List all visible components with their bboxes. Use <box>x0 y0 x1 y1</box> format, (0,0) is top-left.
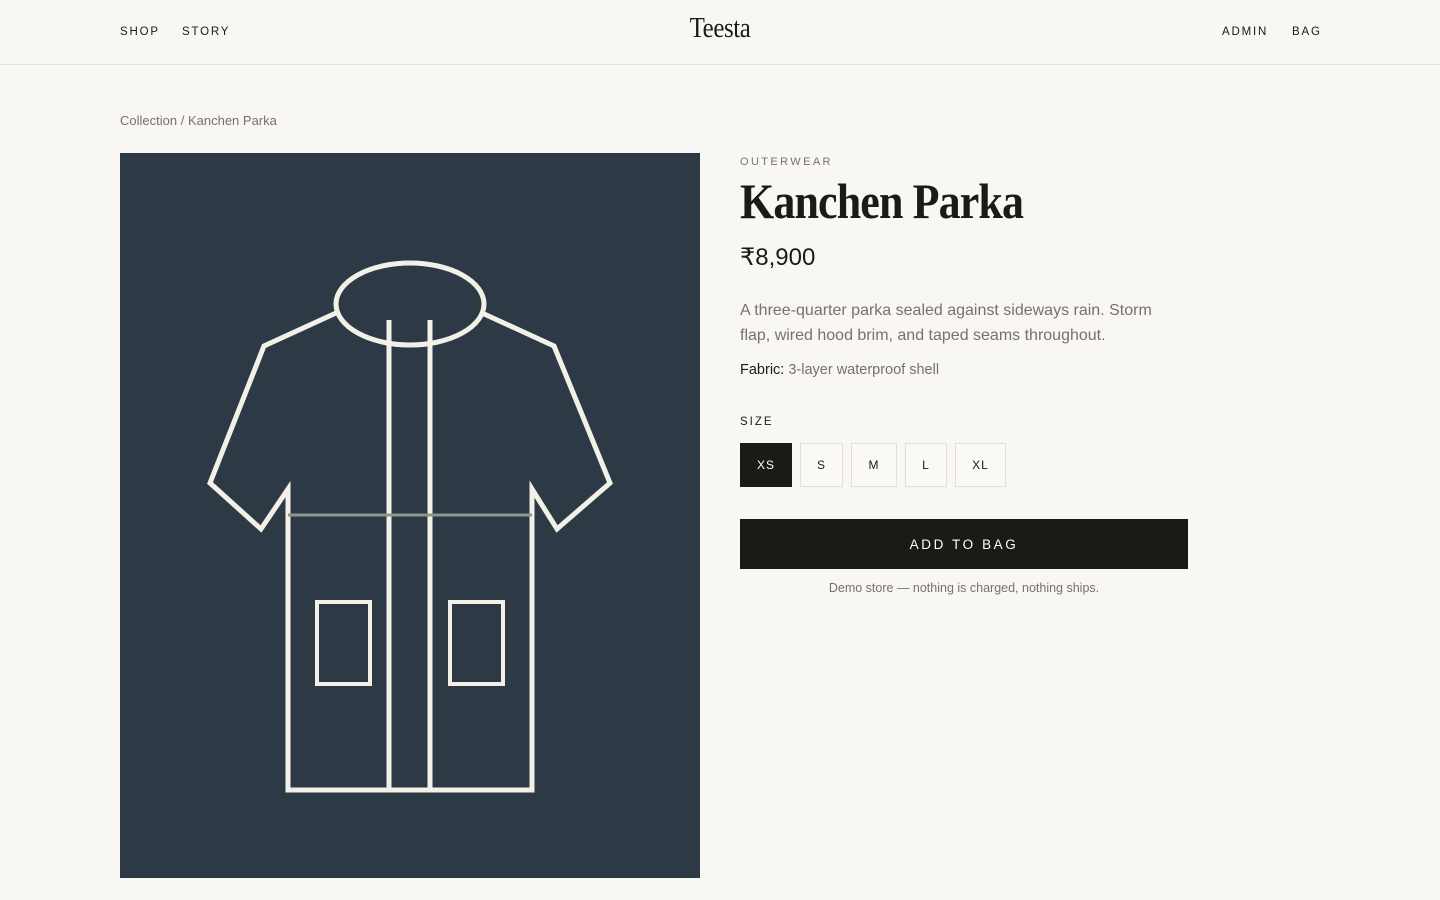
breadcrumb-separator: / <box>180 113 185 128</box>
parka-hood <box>333 260 487 348</box>
parka-outline <box>207 310 613 793</box>
product-fabric: Fabric: 3-layer waterproof shell <box>740 362 939 378</box>
nav-admin-link[interactable]: ADMIN <box>1222 26 1268 38</box>
product-description: A three-quarter parka sealed against sid… <box>740 302 1152 344</box>
size-option-xl[interactable]: XL <box>955 443 1006 487</box>
breadcrumb-current: Kanchen Parka <box>187 113 277 128</box>
size-option-l[interactable]: L <box>905 443 947 487</box>
add-to-bag-button[interactable]: ADD TO BAG <box>740 519 1188 569</box>
fabric-value: 3-layer waterproof shell <box>788 362 940 378</box>
demo-disclaimer: Demo store — nothing is charged, nothing… <box>828 581 1100 595</box>
parka-pocket-right <box>448 600 505 686</box>
product-title: Kanchen Parka <box>740 173 1024 229</box>
parka-pocket-left <box>315 600 372 686</box>
nav-bag-link[interactable]: BAG <box>1292 26 1322 38</box>
size-label: SIZE <box>740 416 774 428</box>
brand-logo[interactable]: Teesta <box>101 12 1339 45</box>
product-category: OUTERWEAR <box>740 156 833 168</box>
breadcrumb: Collection / Kanchen Parka <box>120 113 277 128</box>
size-option-s[interactable]: S <box>800 443 843 487</box>
fabric-label: Fabric: <box>740 362 785 378</box>
size-option-m[interactable]: M <box>851 443 897 487</box>
breadcrumb-collection-link[interactable]: Collection <box>120 113 177 128</box>
site-header: SHOP STORY Teesta ADMIN BAG <box>0 0 1440 65</box>
size-option-xs[interactable]: XS <box>740 443 792 487</box>
product-image <box>120 153 700 878</box>
parka-illustration-icon <box>207 260 613 793</box>
product-price: ₹8,900 <box>740 244 816 271</box>
